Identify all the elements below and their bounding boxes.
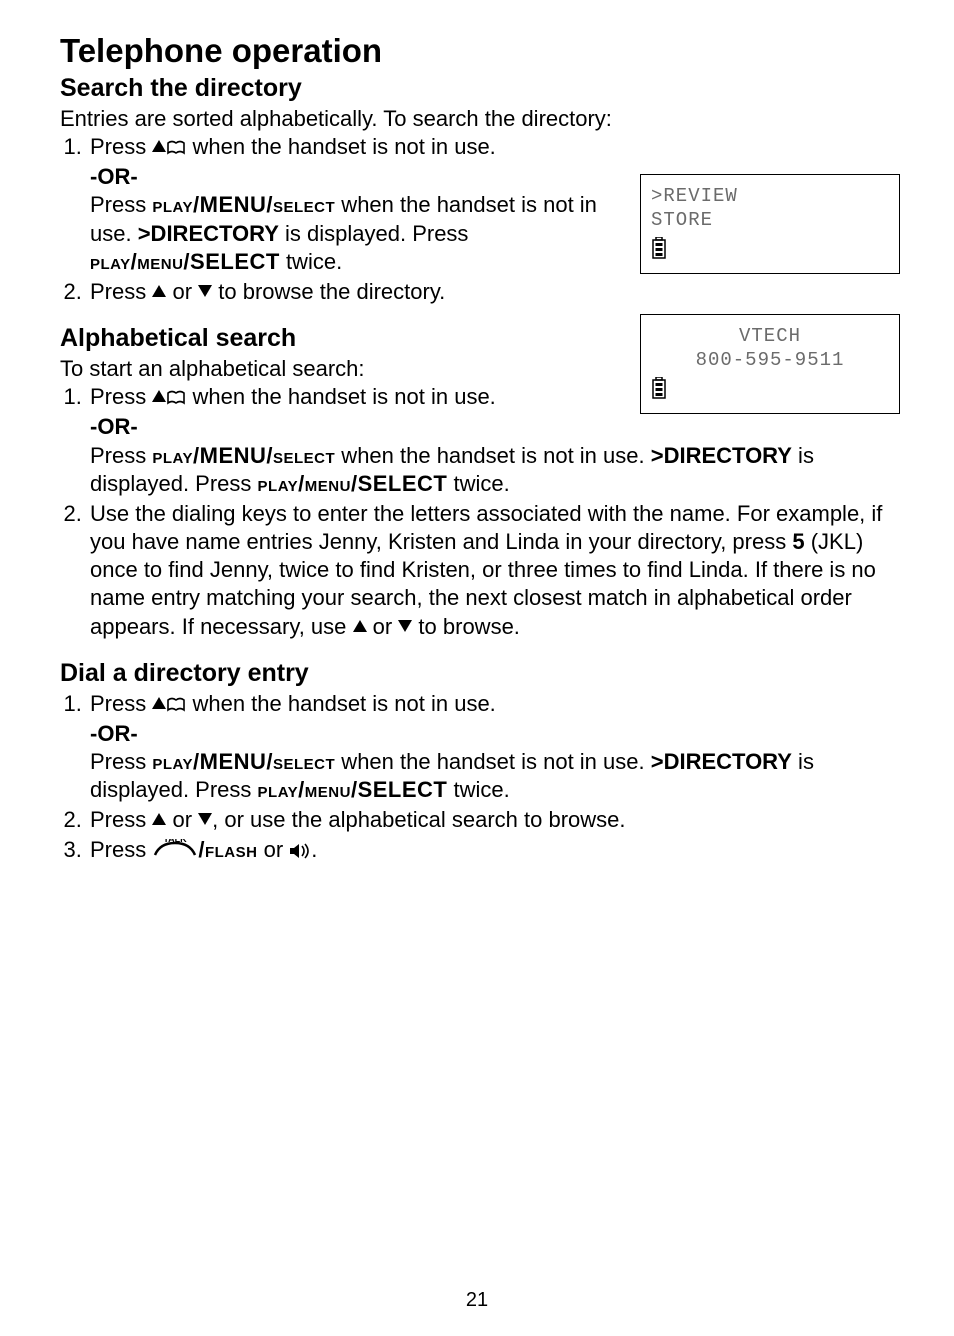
play-menu-select-key: play/menu/SELECT bbox=[258, 777, 448, 802]
list-item: Press TALK/flash or . bbox=[88, 836, 900, 866]
or-text: -OR- bbox=[90, 413, 900, 441]
flash-label: /flash bbox=[198, 837, 257, 862]
lcd-vtech-number: VTECH 800-595-9511 bbox=[640, 314, 900, 414]
lcd-line-2: STORE bbox=[651, 209, 889, 233]
directory-book-icon bbox=[166, 135, 186, 163]
up-arrow-icon bbox=[353, 620, 367, 632]
lcd-line-1: VTECH bbox=[651, 325, 889, 349]
step-text: Press when the handset is not in use. bbox=[90, 133, 640, 163]
page-title: Telephone operation bbox=[60, 32, 900, 70]
play-menu-select-key: play/menu/SELECT bbox=[90, 249, 280, 274]
svg-text:TALK: TALK bbox=[164, 839, 188, 844]
list-item: Press or to browse the directory. bbox=[88, 278, 900, 306]
step-text: Press play/MENU/select when the handset … bbox=[90, 442, 900, 498]
lcd-line-1: >REVIEW bbox=[651, 185, 889, 209]
up-arrow-icon bbox=[152, 813, 166, 825]
up-arrow-icon bbox=[152, 390, 166, 402]
battery-icon bbox=[651, 377, 889, 399]
play-menu-select-key: play/MENU/select bbox=[152, 443, 335, 468]
speaker-icon bbox=[289, 838, 311, 866]
step-text: Press play/MENU/select when the handset … bbox=[90, 748, 900, 804]
play-menu-select-key: play/menu/SELECT bbox=[258, 471, 448, 496]
manual-page: >REVIEW STORE VTECH 800-595-9511 Tel bbox=[0, 0, 954, 1336]
heading-dial-entry: Dial a directory entry bbox=[60, 659, 900, 688]
list-alpha: Press when the handset is not in use. -O… bbox=[60, 383, 900, 640]
battery-icon bbox=[651, 237, 889, 259]
up-arrow-icon bbox=[152, 140, 166, 152]
talk-flash-key: TALK bbox=[152, 838, 198, 866]
heading-search-directory: Search the directory bbox=[60, 74, 900, 103]
lcd-review-store: >REVIEW STORE bbox=[640, 174, 900, 274]
page-number: 21 bbox=[0, 1289, 954, 1312]
list-dial: Press when the handset is not in use. -O… bbox=[60, 690, 900, 867]
directory-book-icon bbox=[166, 692, 186, 720]
down-arrow-icon bbox=[198, 813, 212, 825]
play-menu-select-key: play/MENU/select bbox=[152, 749, 335, 774]
list-item: Use the dialing keys to enter the letter… bbox=[88, 500, 900, 641]
down-arrow-icon bbox=[398, 620, 412, 632]
lead-search: Entries are sorted alphabetically. To se… bbox=[60, 105, 900, 133]
or-text: -OR- bbox=[90, 720, 900, 748]
up-arrow-icon bbox=[152, 697, 166, 709]
step-text: Press play/MENU/select when the handset … bbox=[90, 191, 640, 275]
step-text: Press when the handset is not in use. bbox=[90, 690, 900, 720]
down-arrow-icon bbox=[198, 285, 212, 297]
up-arrow-icon bbox=[152, 285, 166, 297]
list-item: Press or , or use the alphabetical searc… bbox=[88, 806, 900, 834]
list-item: Press when the handset is not in use. -O… bbox=[88, 690, 900, 805]
directory-book-icon bbox=[166, 385, 186, 413]
play-menu-select-key: play/MENU/select bbox=[152, 192, 335, 217]
lcd-line-2: 800-595-9511 bbox=[651, 349, 889, 373]
